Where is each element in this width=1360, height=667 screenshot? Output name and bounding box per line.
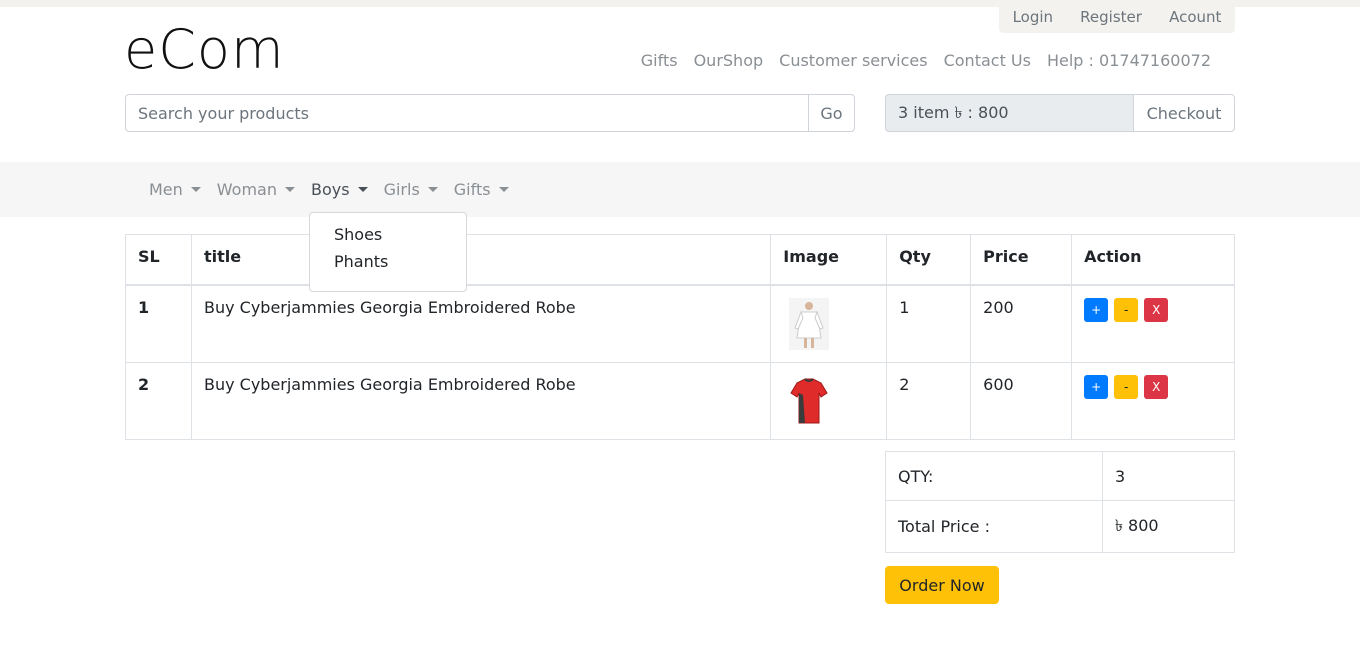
- totals-price-row: Total Price : ৳ 800: [885, 500, 1235, 553]
- nav-label: Gifts: [453, 180, 491, 199]
- table-header-row: SL title Image Qty Price Action: [125, 234, 1235, 286]
- row-title: Buy Cyberjammies Georgia Embroidered Rob…: [190, 362, 772, 440]
- qty-label: QTY:: [885, 451, 1103, 501]
- row-qty: 1: [886, 284, 972, 363]
- nav-gifts[interactable]: Gifts: [454, 180, 509, 199]
- nav-label: Boys: [311, 180, 350, 199]
- gifts-link[interactable]: Gifts: [641, 51, 678, 70]
- caret-down-icon: [357, 187, 368, 192]
- row-image-cell: [770, 362, 888, 440]
- header-qty: Qty: [886, 234, 972, 286]
- decrease-qty-button[interactable]: -: [1114, 298, 1139, 322]
- row-actions: + - X: [1071, 362, 1235, 440]
- header-links: Gifts OurShop Customer services Contact …: [641, 51, 1211, 70]
- checkout-button[interactable]: Checkout: [1133, 94, 1235, 132]
- row-title: Buy Cyberjammies Georgia Embroidered Rob…: [190, 284, 772, 363]
- remove-item-button[interactable]: X: [1144, 375, 1169, 399]
- site-logo[interactable]: eCom: [124, 18, 285, 81]
- ourshop-link[interactable]: OurShop: [694, 51, 764, 70]
- account-link[interactable]: Acount: [1169, 8, 1221, 26]
- nav-label: Woman: [216, 180, 277, 199]
- decrease-qty-button[interactable]: -: [1114, 375, 1139, 399]
- header-image: Image: [770, 234, 888, 286]
- boys-dropdown-menu: Shoes Phants: [309, 212, 467, 292]
- contact-us-link[interactable]: Contact Us: [944, 51, 1031, 70]
- nav-boys[interactable]: Boys: [311, 180, 368, 199]
- totals-qty-row: QTY: 3: [885, 451, 1235, 501]
- login-link[interactable]: Login: [1013, 8, 1053, 26]
- red-tshirt-image: [789, 375, 830, 427]
- nav-label: Men: [149, 180, 183, 199]
- help-phone-link[interactable]: Help : 01747160072: [1047, 51, 1211, 70]
- search-input[interactable]: [125, 94, 808, 132]
- header-sl: SL: [125, 234, 192, 286]
- caret-down-icon: [190, 187, 201, 192]
- total-price-value: ৳ 800: [1102, 500, 1235, 553]
- nav-girls[interactable]: Girls: [384, 180, 438, 199]
- category-nav: Men Woman Boys Girls Gifts: [0, 162, 1360, 217]
- increase-qty-button[interactable]: +: [1084, 375, 1109, 399]
- row-qty: 2: [886, 362, 972, 440]
- search-bar: Go: [125, 94, 855, 132]
- white-robe-image: [789, 298, 830, 350]
- qty-value: 3: [1102, 451, 1235, 501]
- table-row: 1 Buy Cyberjammies Georgia Embroidered R…: [125, 284, 1235, 363]
- header-action: Action: [1071, 234, 1235, 286]
- search-go-button[interactable]: Go: [808, 94, 855, 132]
- register-link[interactable]: Register: [1080, 8, 1142, 26]
- header-title: title: [190, 234, 772, 286]
- remove-item-button[interactable]: X: [1144, 298, 1169, 322]
- row-sl: 1: [125, 284, 192, 363]
- dropdown-item-phants[interactable]: Phants: [310, 248, 466, 275]
- row-price: 200: [970, 284, 1073, 363]
- header-price: Price: [970, 234, 1073, 286]
- totals-table: QTY: 3 Total Price : ৳ 800: [885, 451, 1235, 553]
- total-price-label: Total Price :: [885, 500, 1103, 553]
- row-sl: 2: [125, 362, 192, 440]
- nav-men[interactable]: Men: [149, 180, 201, 199]
- account-menu: Login Register Acount: [999, 0, 1235, 33]
- row-actions: + - X: [1071, 284, 1235, 363]
- dropdown-item-shoes[interactable]: Shoes: [310, 221, 466, 248]
- order-now-button[interactable]: Order Now: [885, 566, 999, 604]
- customer-services-link[interactable]: Customer services: [779, 51, 927, 70]
- row-price: 600: [970, 362, 1073, 440]
- table-row: 2 Buy Cyberjammies Georgia Embroidered R…: [125, 362, 1235, 440]
- cart-summary: 3 item ৳ : 800: [885, 94, 1133, 132]
- nav-label: Girls: [383, 180, 420, 199]
- caret-down-icon: [285, 187, 295, 192]
- cart-table: SL title Image Qty Price Action 1 Buy Cy…: [125, 234, 1235, 440]
- caret-down-icon: [427, 187, 438, 192]
- increase-qty-button[interactable]: +: [1084, 298, 1109, 322]
- nav-woman[interactable]: Woman: [217, 180, 295, 199]
- cart-bar: 3 item ৳ : 800 Checkout: [885, 94, 1235, 132]
- caret-down-icon: [498, 187, 509, 192]
- row-image-cell: [770, 284, 888, 363]
